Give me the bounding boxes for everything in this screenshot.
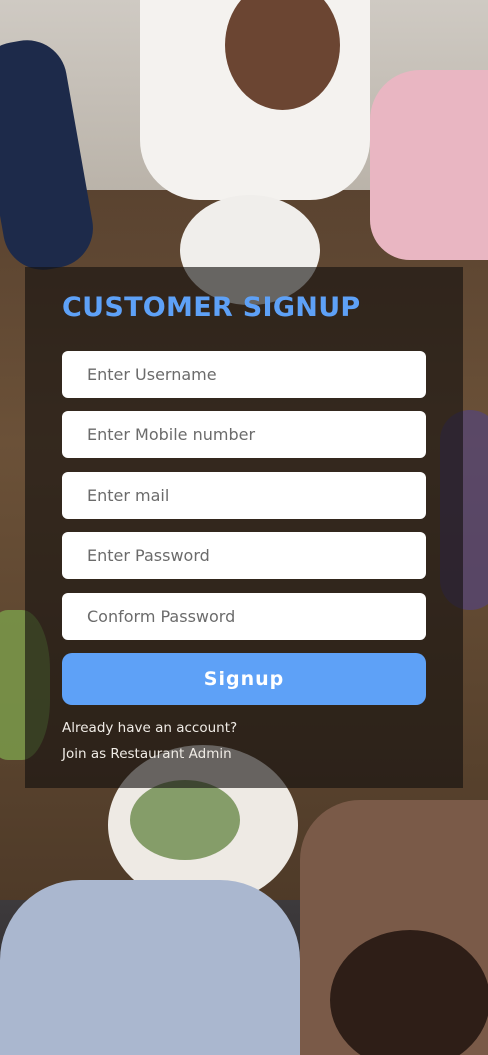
signup-card [25, 267, 463, 788]
restaurant-admin-link[interactable]: Join as Restaurant Admin [62, 746, 232, 762]
person-bottom-left [0, 880, 300, 1055]
username-input[interactable] [62, 351, 426, 398]
signup-button[interactable]: Signup [62, 653, 426, 705]
page-title: CUSTOMER SIGNUP [62, 292, 361, 323]
person-bottom-hair [330, 930, 488, 1055]
mobile-input[interactable] [62, 411, 426, 458]
person-right-shirt [370, 70, 488, 260]
confirm-password-input[interactable] [62, 593, 426, 640]
password-input[interactable] [62, 532, 426, 579]
email-input[interactable] [62, 472, 426, 519]
login-link[interactable]: Already have an account? [62, 720, 237, 736]
salad-bottom [130, 780, 240, 860]
